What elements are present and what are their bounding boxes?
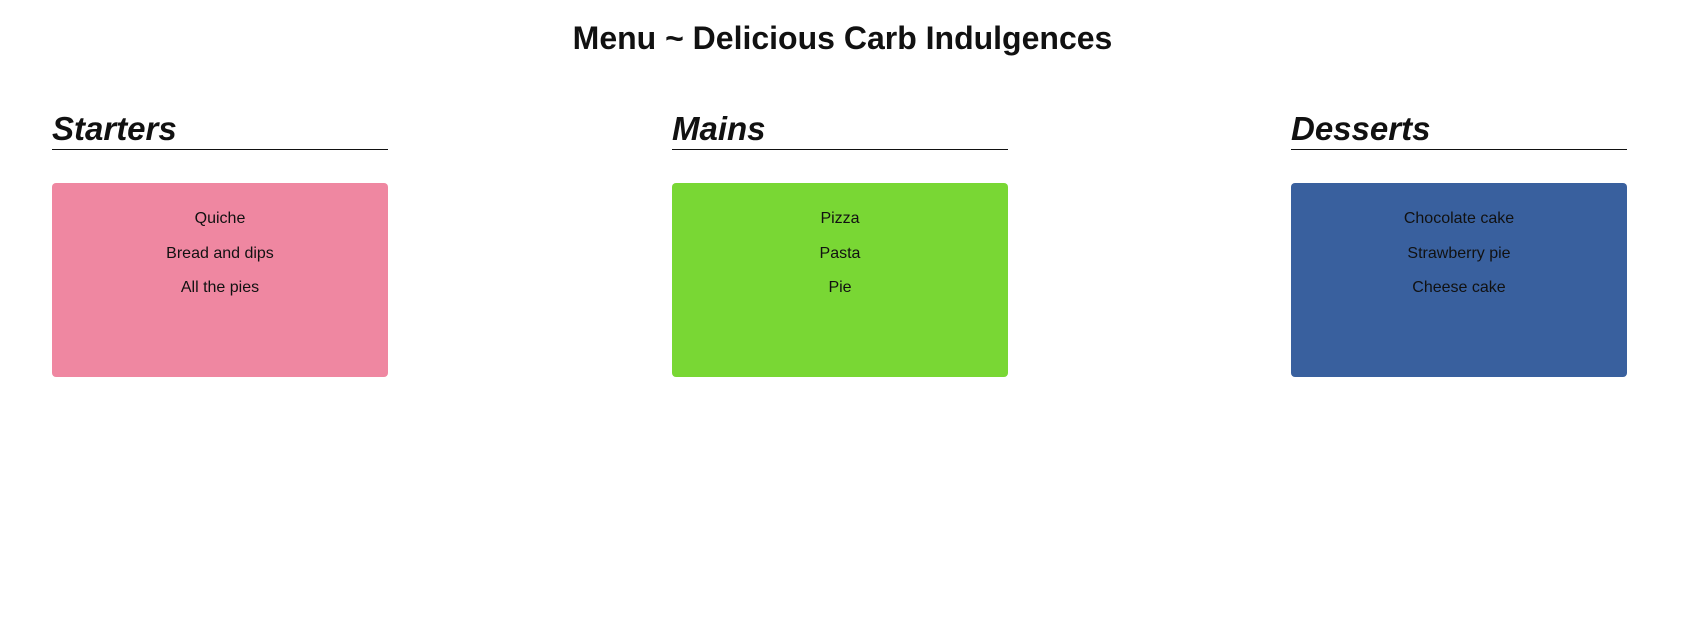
menu-page: Menu ~ Delicious Carb Indulgences Starte… bbox=[0, 0, 1685, 639]
menu-item: All the pies bbox=[180, 279, 260, 296]
menu-item: Cheese cake bbox=[1412, 279, 1506, 296]
menu-item: Strawberry pie bbox=[1407, 244, 1511, 262]
mains-section: Mains Pizza Pasta Pie bbox=[672, 108, 1008, 377]
menu-item: Pasta bbox=[819, 244, 861, 262]
starters-section: Starters Quiche Bread and dips All the p… bbox=[52, 108, 388, 377]
menu-item: Bread and dips bbox=[166, 244, 274, 262]
menu-item: Pizza bbox=[820, 210, 860, 227]
desserts-list: Chocolate cake Strawberry pie Cheese cak… bbox=[1291, 210, 1627, 297]
section-heading-mains: Mains bbox=[672, 108, 1008, 150]
starters-list: Quiche Bread and dips All the pies bbox=[52, 210, 388, 297]
page-title: Menu ~ Delicious Carb Indulgences bbox=[572, 20, 1113, 56]
section-heading-desserts: Desserts bbox=[1291, 108, 1627, 150]
desserts-card: Chocolate cake Strawberry pie Cheese cak… bbox=[1291, 183, 1627, 377]
menu-item: Pie bbox=[828, 279, 852, 296]
menu-item: Quiche bbox=[194, 210, 246, 227]
starters-card: Quiche Bread and dips All the pies bbox=[52, 183, 388, 377]
section-heading-starters: Starters bbox=[52, 108, 388, 150]
desserts-section: Desserts Chocolate cake Strawberry pie C… bbox=[1291, 108, 1627, 377]
mains-list: Pizza Pasta Pie bbox=[672, 210, 1008, 297]
menu-item: Chocolate cake bbox=[1403, 210, 1515, 227]
mains-card: Pizza Pasta Pie bbox=[672, 183, 1008, 377]
